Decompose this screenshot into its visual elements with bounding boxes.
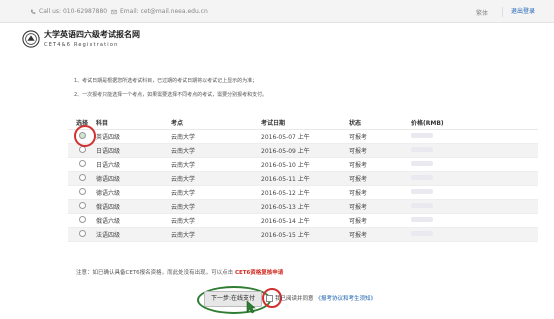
neea-logo-icon[interactable]: [22, 29, 40, 48]
price-blurred: [411, 231, 433, 236]
site-header: 大学英语四六级考试报名网 CET4&6 Registration: [22, 29, 140, 48]
site-cell: 云南大学: [171, 171, 261, 186]
col-subject: 科目: [96, 116, 171, 130]
status-cell: 可报考: [349, 213, 411, 228]
logout-link[interactable]: 退出登录: [502, 7, 543, 17]
date-cell: 2016-05-12 上午: [261, 185, 349, 200]
mouse-pointer-icon: [246, 300, 256, 314]
status-cell: 可报考: [349, 129, 411, 144]
date-cell: 2016-05-14 上午: [261, 213, 349, 228]
table-row[interactable]: 日语六级 云南大学 2016-05-10 上午 可报考: [68, 157, 538, 172]
select-radio[interactable]: [78, 146, 86, 153]
subject-cell: 德语四级: [96, 171, 171, 186]
site-cell: 云南大学: [171, 143, 261, 158]
date-cell: 2016-05-13 上午: [261, 199, 349, 214]
subject-cell: 日语六级: [96, 157, 171, 172]
col-price: 价格(RMB): [411, 116, 538, 130]
site-subtitle: CET4&6 Registration: [44, 42, 119, 48]
select-radio[interactable]: [78, 230, 86, 237]
price-blurred: [411, 161, 433, 166]
status-cell: 可报考: [349, 199, 411, 214]
table-row[interactable]: 德语六级 云南大学 2016-05-12 上午 可报考: [68, 185, 538, 200]
subject-cell: 法语四级: [96, 227, 171, 242]
status-cell: 可报考: [349, 185, 411, 200]
date-cell: 2016-05-07 上午: [261, 129, 349, 144]
selection-highlight-circle: [74, 125, 96, 147]
agree-checkbox[interactable]: [266, 294, 273, 302]
subject-cell: 德语六级: [96, 185, 171, 200]
agreement-link[interactable]: 《报考协议和考生须知》: [316, 294, 377, 302]
notice-text: 注意：如已确认具备CET6报名资格，而此处没有出现，可以点击: [76, 270, 234, 276]
status-cell: 可报考: [349, 227, 411, 242]
select-radio[interactable]: [78, 174, 86, 181]
instruction-1: 1、考试日期是根据您所选考试科目，已过期的考试日期将以考试记上显示的为准；: [74, 78, 258, 84]
col-date: 考试日期: [261, 116, 349, 130]
table-row[interactable]: 俄语六级 云南大学 2016-05-14 上午 可报考: [68, 213, 538, 228]
subject-cell: 英语四级: [96, 129, 171, 144]
price-blurred: [411, 203, 433, 208]
instructions: 1、考试日期是根据您所选考试科目，已过期的考试日期将以考试记上显示的为准； 2、…: [74, 74, 267, 102]
status-cell: 可报考: [349, 157, 411, 172]
date-cell: 2016-05-15 上午: [261, 227, 349, 242]
notice: 注意：如已确认具备CET6报名资格，而此处没有出现，可以点击 CET6资格复核申…: [76, 268, 283, 276]
date-cell: 2016-05-11 上午: [261, 171, 349, 186]
mail-icon: [111, 9, 117, 14]
site-cell: 云南大学: [171, 185, 261, 200]
table-row[interactable]: 德语四级 云南大学 2016-05-11 上午 可报考: [68, 171, 538, 186]
price-blurred: [411, 133, 433, 138]
contact-email: Email: cet@mail.neea.edu.cn: [111, 8, 208, 15]
select-radio[interactable]: [78, 216, 86, 223]
exam-table: 选择 科目 考点 考试日期 状态 价格(RMB) 英语四级 云南大学 2016-…: [68, 116, 538, 242]
site-cell: 云南大学: [171, 227, 261, 242]
table-header-row: 选择 科目 考点 考试日期 状态 价格(RMB): [68, 116, 538, 130]
select-radio[interactable]: [78, 160, 86, 167]
language-switch[interactable]: 繁体: [476, 8, 488, 17]
price-blurred: [411, 217, 433, 222]
phone-icon: [30, 9, 36, 14]
table-row[interactable]: 法语四级 云南大学 2016-05-15 上午 可报考: [68, 227, 538, 242]
subject-cell: 日语四级: [96, 143, 171, 158]
subject-cell: 俄语四级: [96, 199, 171, 214]
site-cell: 云南大学: [171, 129, 261, 144]
site-title: 大学英语四六级考试报名网: [44, 30, 140, 39]
date-cell: 2016-05-10 上午: [261, 157, 349, 172]
col-status: 状态: [349, 116, 411, 130]
price-blurred: [411, 189, 433, 194]
top-bar: Call us: 010-62987880 Email: cet@mail.ne…: [0, 0, 554, 23]
subject-cell: 俄语六级: [96, 213, 171, 228]
cet6-review-link[interactable]: CET6资格复核申请: [235, 270, 283, 276]
agree-text: 我已阅读并同意: [275, 296, 314, 302]
site-cell: 云南大学: [171, 199, 261, 214]
status-cell: 可报考: [349, 143, 411, 158]
date-cell: 2016-05-09 上午: [261, 143, 349, 158]
contact-phone-text: Call us: 010-62987880: [39, 8, 108, 15]
col-site: 考点: [171, 116, 261, 130]
instruction-2: 2、一次报考只能选择一个考点，如果需要选择不同考点的考试，需要分别报考和支付。: [74, 92, 268, 98]
table-row[interactable]: 日语四级 云南大学 2016-05-09 上午 可报考: [68, 143, 538, 158]
table-row[interactable]: 俄语四级 云南大学 2016-05-13 上午 可报考: [68, 199, 538, 214]
select-radio[interactable]: [78, 188, 86, 195]
select-radio[interactable]: [78, 202, 86, 209]
contact-email-text: Email: cet@mail.neea.edu.cn: [120, 8, 208, 15]
status-cell: 可报考: [349, 171, 411, 186]
price-blurred: [411, 175, 433, 180]
table-row[interactable]: 英语四级 云南大学 2016-05-07 上午 可报考: [68, 129, 538, 144]
site-cell: 云南大学: [171, 157, 261, 172]
contact-phone: Call us: 010-62987880: [30, 8, 107, 15]
site-cell: 云南大学: [171, 213, 261, 228]
price-blurred: [411, 147, 433, 152]
agreement-row: 我已阅读并同意 《报考协议和考生须知》: [266, 294, 376, 302]
